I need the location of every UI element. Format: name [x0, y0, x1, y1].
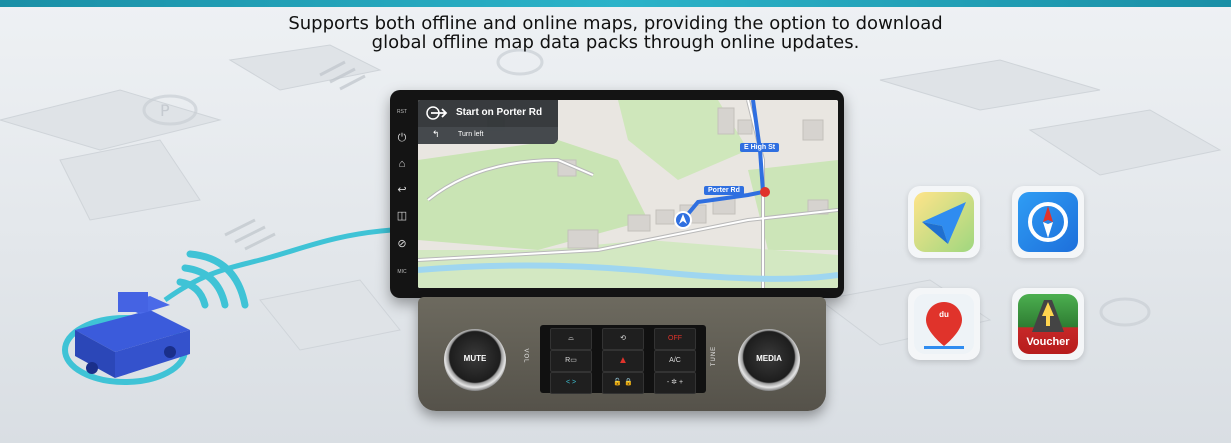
voucher-app-icon[interactable]: Voucher: [1012, 288, 1084, 360]
media-label: MEDIA: [756, 354, 782, 363]
side-button-strip: RST ⏻ ⌂ ↩ ◫ ⊘ MIC: [390, 90, 414, 298]
door-lock-button[interactable]: 🔓 🔒: [602, 372, 644, 394]
svg-text:P: P: [160, 101, 170, 120]
headline-line-2: global offline map data packs through on…: [371, 32, 860, 53]
primary-instruction-row: Start on Porter Rd: [418, 100, 558, 126]
voucher-label: Voucher: [1026, 336, 1070, 348]
media-tune-knob[interactable]: MEDIA: [738, 329, 800, 391]
primary-instruction-text: Start on Porter Rd: [456, 107, 543, 118]
road-arrow-icon: [1032, 300, 1064, 332]
ac-button[interactable]: A/C: [654, 350, 696, 372]
road-label-e-high-st: E High St: [740, 143, 780, 152]
tune-arc-label: TUNE: [711, 345, 718, 367]
secondary-instruction-row: ↰ Turn left: [418, 127, 558, 144]
baidu-maps-app-icon[interactable]: du: [908, 288, 980, 360]
climate-key-grid: ⌓ ⟲ OFF R▭ ▲ A/C < > 🔓 🔒 - ✲ +: [540, 325, 706, 394]
hazard-button[interactable]: ▲: [602, 350, 644, 372]
turn-by-turn-card: Start on Porter Rd ↰ Turn left: [418, 100, 558, 144]
headline-line-1: Supports both offline and online maps, p…: [288, 13, 943, 34]
vol-arc-label: VOL: [522, 348, 529, 364]
headline: Supports both offline and online maps, p…: [0, 14, 1231, 52]
reset-button[interactable]: RST: [394, 104, 410, 120]
mute-label: MUTE: [463, 354, 487, 363]
fan-speed-button[interactable]: - ✲ +: [654, 372, 696, 394]
camera-icon[interactable]: ◫: [394, 208, 410, 224]
defrost-front-button[interactable]: ⌓: [550, 328, 592, 350]
climate-control-panel: MUTE VOL MEDIA TUNE ⌓ ⟲ OFF R▭ ▲ A/C < >…: [418, 297, 826, 411]
rear-defrost-label: R: [565, 357, 571, 364]
ac-off-button[interactable]: OFF: [654, 328, 696, 350]
navigation-screen[interactable]: E High St Porter Rd Start on Porter Rd ↰…: [418, 100, 838, 288]
compass-icon: [1028, 202, 1068, 242]
secondary-instruction-text: Turn left: [458, 131, 484, 138]
back-icon[interactable]: ↩: [394, 182, 410, 198]
temp-adjust-button[interactable]: < >: [550, 372, 592, 394]
rear-defrost-button[interactable]: R▭: [550, 350, 592, 372]
road-label-porter-rd: Porter Rd: [704, 186, 744, 195]
head-unit-bezel: RST ⏻ ⌂ ↩ ◫ ⊘ MIC E High St Porter Rd St…: [390, 90, 844, 298]
recirculation-button[interactable]: ⟲: [602, 328, 644, 350]
turn-left-icon: ↰: [432, 129, 440, 139]
maps-app-icon[interactable]: [908, 186, 980, 258]
mic-label: MIC: [397, 269, 407, 275]
home-icon[interactable]: ⌂: [394, 156, 410, 172]
navigation-arrow-icon: [922, 202, 966, 244]
start-arrow-icon: [426, 106, 448, 120]
truck-icon: [75, 292, 190, 378]
compass-app-icon[interactable]: [1012, 186, 1084, 258]
power-icon[interactable]: ⏻: [394, 130, 410, 146]
mute-volume-knob[interactable]: MUTE: [444, 329, 506, 391]
map-pin-icon: [924, 302, 964, 349]
du-label: du: [939, 310, 949, 319]
nav-icon[interactable]: ⊘: [394, 236, 410, 252]
